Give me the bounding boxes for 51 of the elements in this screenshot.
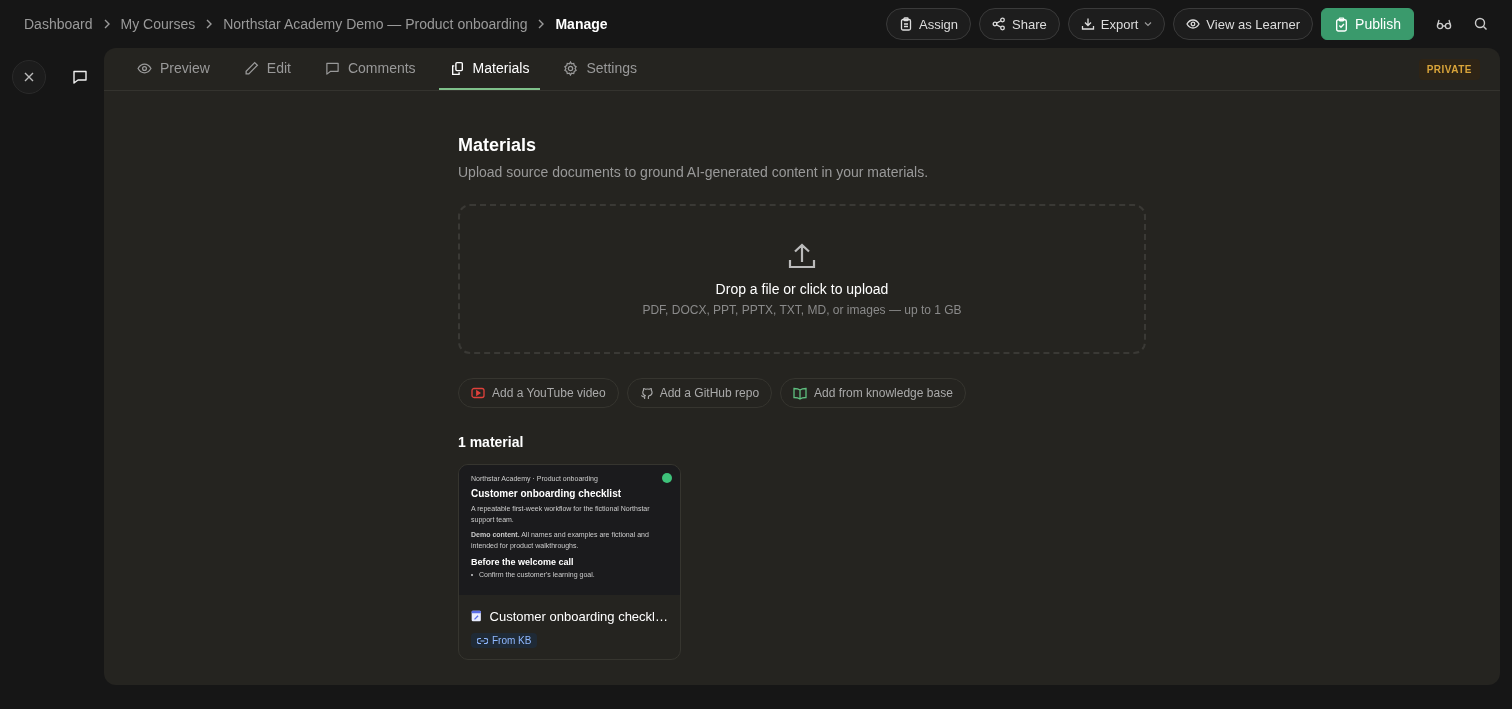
download-icon (1080, 17, 1095, 31)
action-button[interactable]: Share (979, 8, 1060, 40)
chat-bubble-icon[interactable] (72, 69, 88, 85)
source-tag: From KB (471, 633, 538, 648)
action-button[interactable]: Export (1067, 8, 1166, 40)
book-icon (793, 386, 808, 400)
source-button[interactable]: Add a YouTube video (458, 378, 619, 408)
material-count: 1 material (458, 434, 525, 450)
github-icon (639, 386, 653, 400)
close-icon (23, 71, 35, 83)
chevron-right-icon (537, 18, 546, 30)
breadcrumb-link[interactable]: Dashboard (24, 16, 93, 32)
tab[interactable]: Materials (438, 48, 541, 90)
upload-dropzone[interactable]: Drop a file or click to upload PDF, DOCX, PPT, PPTX, TXT, MD, or images — up to 1 GB (458, 204, 1146, 354)
breadcrumb-link[interactable]: Manage (555, 16, 608, 32)
copy-icon (449, 60, 465, 76)
tab[interactable]: Settings (552, 48, 648, 90)
material-name: Customer onboarding checkl… (489, 608, 668, 624)
upload-icon (787, 241, 817, 271)
caret-icon (1144, 21, 1153, 27)
preview-section-heading: Before the welcome call (471, 557, 575, 567)
glasses-icon[interactable] (1436, 18, 1452, 30)
preview-title: Customer onboarding checklist (471, 488, 623, 499)
eye-icon (1186, 17, 1201, 31)
action-button[interactable]: Assign (886, 8, 972, 40)
chat-bubble-icon (324, 60, 340, 76)
source-button[interactable]: Add from knowledge base (780, 378, 966, 408)
page-description: Upload source documents to ground AI-generated content in your materials. (458, 164, 930, 180)
page-heading: Materials (458, 135, 538, 156)
clipboard-check-icon (1334, 16, 1350, 32)
video-play-icon (471, 387, 485, 399)
breadcrumb-link[interactable]: Northstar Academy Demo — Product onboarding (223, 16, 528, 32)
chevron-right-icon (102, 18, 111, 30)
upload-title: Drop a file or click to upload (715, 281, 889, 297)
gear-icon (563, 60, 579, 76)
upload-hint: PDF, DOCX, PPT, PPTX, TXT, MD, or images — up to 1 GB (642, 303, 962, 317)
clipboard-icon (899, 17, 914, 31)
tab[interactable]: Comments (313, 48, 427, 90)
tab[interactable]: Preview (126, 48, 221, 90)
private-badge: PRIVATE (1418, 58, 1480, 80)
pencil-icon (243, 60, 259, 76)
source-button[interactable]: Add a GitHub repo (626, 378, 773, 408)
chevron-right-icon (205, 18, 214, 30)
material-card[interactable] (458, 464, 681, 660)
tab[interactable]: Edit (232, 48, 302, 90)
close-button[interactable] (12, 60, 46, 94)
link-icon (477, 636, 488, 645)
share-icon (992, 17, 1007, 31)
action-button[interactable]: View as Learner (1173, 8, 1314, 40)
breadcrumb-link[interactable]: My Courses (120, 16, 196, 32)
search-icon[interactable] (1474, 17, 1488, 31)
